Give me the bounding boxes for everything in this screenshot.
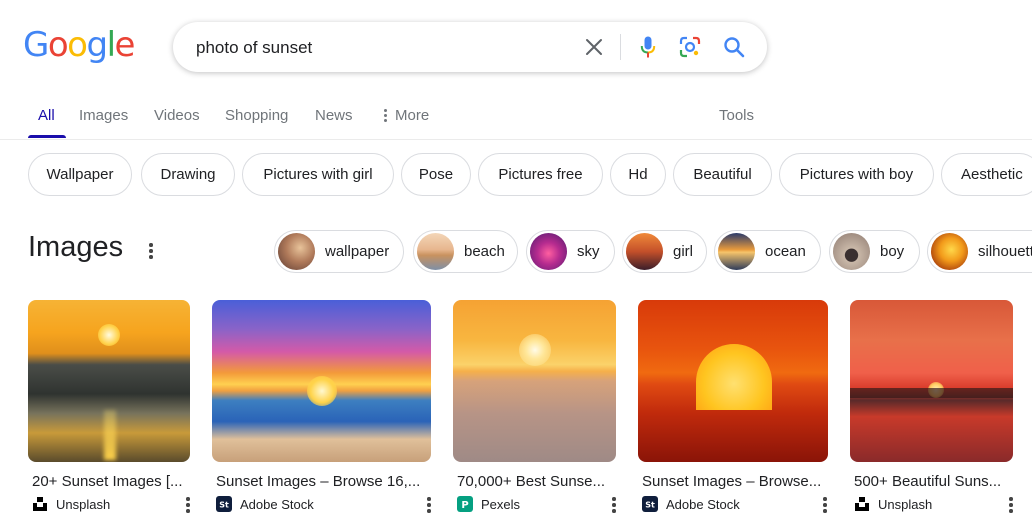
result-source-name: Pexels [481,496,521,512]
logo-letter: l [106,25,116,65]
pill-boy[interactable]: boy [829,230,920,273]
result-more-icon[interactable] [426,497,432,513]
result-title[interactable]: 70,000+ Best Sunse... [457,473,605,490]
tab-all[interactable]: All [38,107,55,124]
result-source[interactable]: P Pexels [457,496,520,512]
pill-thumbnail [626,233,663,270]
result-source[interactable]: St Adobe Stock [216,496,314,512]
result-image [850,300,1013,462]
tools-button[interactable]: Tools [719,107,754,124]
logo-letter: e [114,25,136,65]
pill-label: beach [464,243,505,260]
result-source[interactable]: Unsplash [32,496,110,512]
pill-label: silhouette [978,243,1032,260]
chip-pictures-with-girl[interactable]: Pictures with girl [242,153,394,196]
logo-letter: o [47,25,69,65]
pexels-icon: P [457,496,473,512]
pill-ocean[interactable]: ocean [714,230,821,273]
search-box[interactable]: photo of sunset [173,22,767,72]
pill-label: ocean [765,243,806,260]
unsplash-icon [854,496,870,512]
search-nav-tabs: All Images Videos Shopping News More Too… [0,100,1032,140]
search-divider [620,34,621,60]
svg-text:St: St [219,501,229,510]
result-more-icon[interactable] [185,497,191,513]
pill-silhouette[interactable]: silhouette [927,230,1032,273]
result-title[interactable]: 20+ Sunset Images [... [32,473,183,490]
chip-aesthetic[interactable]: Aesthetic [941,153,1032,196]
pill-label: wallpaper [325,243,390,260]
chip-drawing[interactable]: Drawing [141,153,235,196]
pill-thumbnail [530,233,567,270]
search-input[interactable]: photo of sunset [196,38,312,58]
pill-thumbnail [278,233,315,270]
active-tab-indicator [28,135,66,138]
result-source-name: Adobe Stock [666,496,740,512]
search-icon[interactable] [722,35,746,59]
image-result[interactable]: Sunset Images – Browse 16,... St Adobe S… [212,300,431,513]
result-more-icon[interactable] [1008,497,1014,513]
pill-label: sky [577,243,600,260]
images-section-title: Images [28,231,124,263]
result-source-name: Unsplash [878,496,933,512]
chip-pose[interactable]: Pose [401,153,471,196]
image-result[interactable]: 20+ Sunset Images [... Unsplash [28,300,190,513]
svg-text:St: St [645,501,655,510]
chip-wallpaper[interactable]: Wallpaper [28,153,132,196]
result-more-icon[interactable] [611,497,617,513]
camera-lens-icon[interactable] [678,35,702,59]
pill-wallpaper[interactable]: wallpaper [274,230,404,273]
pill-thumbnail [833,233,870,270]
image-result[interactable]: 500+ Beautiful Suns... Unsplash [850,300,1013,513]
result-source-name: Adobe Stock [240,496,314,512]
tab-images[interactable]: Images [79,107,128,124]
adobe-stock-icon: St [216,496,232,512]
pill-thumbnail [718,233,755,270]
chip-pictures-free[interactable]: Pictures free [478,153,603,196]
clear-icon[interactable] [582,35,606,59]
tab-shopping[interactable]: Shopping [225,107,288,124]
chip-beautiful[interactable]: Beautiful [673,153,772,196]
tab-news[interactable]: News [315,107,353,124]
chip-pictures-with-boy[interactable]: Pictures with boy [779,153,934,196]
result-more-icon[interactable] [822,497,828,513]
pill-thumbnail [417,233,454,270]
images-more-icon[interactable] [148,243,154,259]
result-title[interactable]: 500+ Beautiful Suns... [854,473,1001,490]
pill-label: girl [673,243,694,260]
tab-more[interactable]: More [384,107,429,124]
pill-label: boy [880,243,905,260]
result-image [212,300,431,462]
more-vertical-icon [384,109,387,122]
result-title[interactable]: Sunset Images – Browse... [642,473,821,490]
logo-letter: g [86,25,108,65]
adobe-stock-icon: St [642,496,658,512]
logo-letter: o [67,25,88,65]
unsplash-icon [32,496,48,512]
result-image [28,300,190,462]
result-source[interactable]: Unsplash [854,496,932,512]
pill-thumbnail [931,233,968,270]
image-result[interactable]: 70,000+ Best Sunse... P Pexels [453,300,616,513]
pill-sky[interactable]: sky [526,230,615,273]
result-image [453,300,616,462]
image-result[interactable]: Sunset Images – Browse... St Adobe Stock [638,300,828,513]
google-logo[interactable]: Google [23,25,136,65]
result-image [638,300,828,462]
result-source-name: Unsplash [56,496,111,512]
microphone-icon[interactable] [636,35,660,59]
result-title[interactable]: Sunset Images – Browse 16,... [216,473,420,490]
tab-more-label: More [395,107,430,124]
chip-hd[interactable]: Hd [610,153,666,196]
svg-text:P: P [461,500,468,511]
result-source[interactable]: St Adobe Stock [642,496,740,512]
pill-girl[interactable]: girl [622,230,707,273]
tab-videos[interactable]: Videos [154,107,200,124]
pill-beach[interactable]: beach [413,230,518,273]
logo-letter: G [23,25,49,65]
